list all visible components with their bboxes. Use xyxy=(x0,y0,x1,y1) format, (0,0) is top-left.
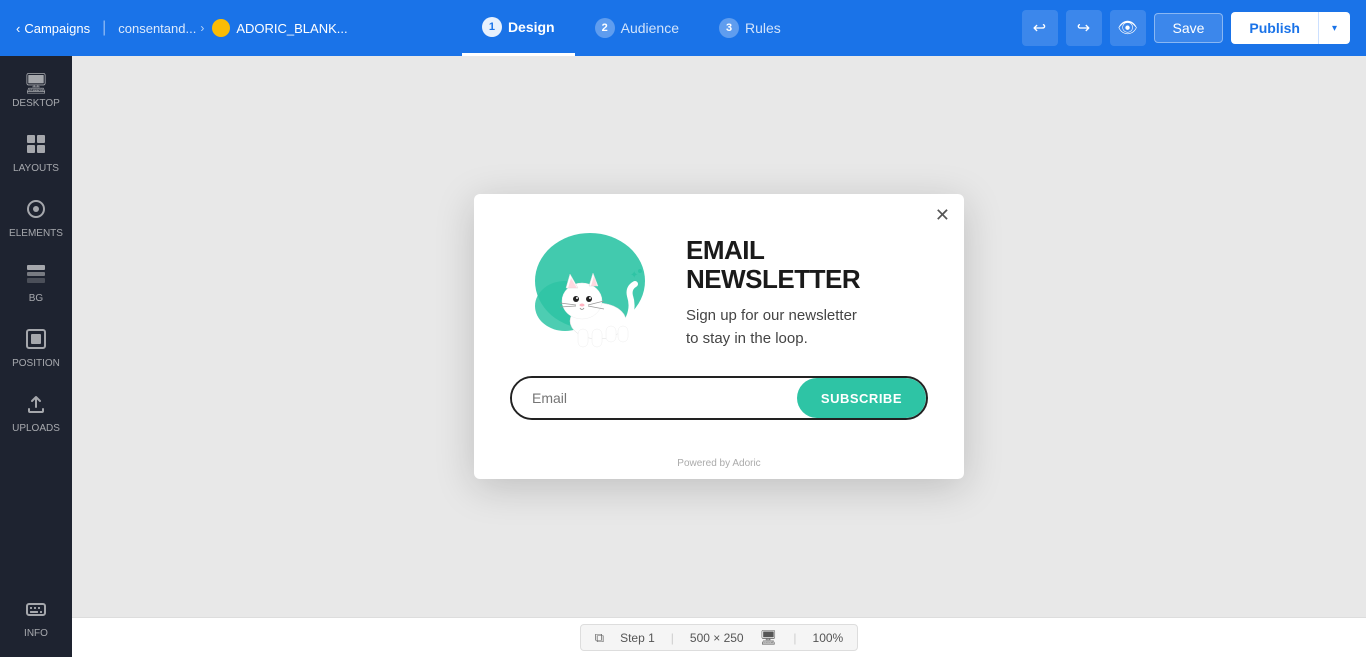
sidebar-item-desktop[interactable]: 🖥 DESKTOP xyxy=(4,64,68,119)
info-keyboard-icon xyxy=(25,598,47,624)
popup-top-section: ✦ EMAIL NEWSLETTER Sign up for our newsl… xyxy=(510,226,928,356)
sidebar-label-desktop: DESKTOP xyxy=(12,98,60,109)
zoom-label: 100% xyxy=(813,631,844,645)
sidebar-label-bg: BG xyxy=(29,293,43,304)
sidebar-item-position[interactable]: POSITION xyxy=(4,318,68,379)
sidebar-item-elements[interactable]: ELEMENTS xyxy=(4,188,68,249)
popup-content: ✦ EMAIL NEWSLETTER Sign up for our newsl… xyxy=(474,194,964,448)
publish-button-group: Publish ▾ xyxy=(1231,12,1350,44)
sidebar-label-layouts: LAYOUTS xyxy=(13,163,59,174)
step-2-label: Audience xyxy=(621,20,679,36)
position-icon xyxy=(25,328,47,354)
back-button[interactable]: ‹ Campaigns xyxy=(16,21,90,36)
popup-title: EMAIL NEWSLETTER xyxy=(686,236,928,293)
dimensions-label: 500 × 250 xyxy=(690,631,744,645)
elements-icon xyxy=(25,198,47,224)
step-tabs: 1 Design 2 Audience 3 Rules xyxy=(462,0,801,56)
back-chevron-icon: ‹ xyxy=(16,21,20,36)
layouts-icon xyxy=(25,133,47,159)
campaign-status-dot xyxy=(212,19,230,37)
back-label: Campaigns xyxy=(24,21,90,36)
bg-icon xyxy=(25,263,47,289)
breadcrumb-chevron-icon: › xyxy=(200,21,204,35)
tab-audience[interactable]: 2 Audience xyxy=(575,0,699,56)
breadcrumb-label: consentand... xyxy=(118,21,196,36)
campaign-name: ADORIC_BLANK... xyxy=(236,21,347,36)
desktop-icon: 🖥 xyxy=(23,74,48,94)
svg-text:✦: ✦ xyxy=(630,270,638,281)
current-campaign: ADORIC_BLANK... xyxy=(212,19,347,37)
nav-actions: ↩ ↪ 👁 Save Publish ▾ xyxy=(1022,10,1350,46)
sidebar-label-info: INFO xyxy=(24,628,48,639)
bottom-sep-1: | xyxy=(671,631,674,645)
sidebar-label-position: POSITION xyxy=(12,358,60,369)
popup-close-button[interactable]: ✕ xyxy=(935,206,950,224)
publish-dropdown-button[interactable]: ▾ xyxy=(1318,12,1350,44)
sidebar-item-uploads[interactable]: UPLOADS xyxy=(4,383,68,444)
sidebar-label-uploads: UPLOADS xyxy=(12,423,60,434)
left-sidebar: 🖥 DESKTOP LAYOUTS ELEMENTS BG POSITION U… xyxy=(0,56,72,657)
step-3-num: 3 xyxy=(719,18,739,38)
powered-by-label: Powered by Adoric xyxy=(474,458,964,469)
redo-button[interactable]: ↪ xyxy=(1066,10,1102,46)
publish-button[interactable]: Publish xyxy=(1231,12,1318,44)
sidebar-label-elements: ELEMENTS xyxy=(9,228,63,239)
step-icon: ⧉ xyxy=(595,630,604,646)
nav-separator: | xyxy=(102,19,106,37)
step-1-num: 1 xyxy=(482,17,502,37)
popup-form: SUBSCRIBE xyxy=(510,376,928,420)
popup-email-input[interactable] xyxy=(512,378,797,418)
sidebar-item-info[interactable]: INFO xyxy=(4,588,68,649)
bottom-sep-2: | xyxy=(793,631,796,645)
tab-design[interactable]: 1 Design xyxy=(462,0,575,56)
step-1-label: Design xyxy=(508,19,555,35)
undo-button[interactable]: ↩ xyxy=(1022,10,1058,46)
sidebar-item-layouts[interactable]: LAYOUTS xyxy=(4,123,68,184)
save-button[interactable]: Save xyxy=(1154,13,1224,43)
tab-rules[interactable]: 3 Rules xyxy=(699,0,801,56)
uploads-icon xyxy=(25,393,47,419)
monitor-icon: 🖥 xyxy=(760,629,778,646)
step-2-num: 2 xyxy=(595,18,615,38)
breadcrumb-item[interactable]: consentand... › xyxy=(118,21,204,36)
popup-illustration: ✦ xyxy=(510,226,670,356)
top-nav: ‹ Campaigns | consentand... › ADORIC_BLA… xyxy=(0,0,1366,56)
publish-label: Publish xyxy=(1249,20,1300,36)
step-label: Step 1 xyxy=(620,631,655,645)
bottom-bar: ⧉ Step 1 | 500 × 250 🖥 | 100% xyxy=(72,617,1366,657)
preview-button[interactable]: 👁 xyxy=(1110,10,1146,46)
save-label: Save xyxy=(1173,20,1205,36)
main-canvas: ✕ xyxy=(72,56,1366,617)
popup-text-section: EMAIL NEWSLETTER Sign up for our newslet… xyxy=(686,226,928,350)
sidebar-item-bg[interactable]: BG xyxy=(4,253,68,314)
step-3-label: Rules xyxy=(745,20,781,36)
popup-subscribe-button[interactable]: SUBSCRIBE xyxy=(797,378,926,418)
popup-editor: ✕ xyxy=(474,194,964,479)
popup-subtitle: Sign up for our newsletterto stay in the… xyxy=(686,305,928,350)
subscribe-label: SUBSCRIBE xyxy=(821,391,902,406)
bottom-info-group: ⧉ Step 1 | 500 × 250 🖥 | 100% xyxy=(580,624,858,651)
